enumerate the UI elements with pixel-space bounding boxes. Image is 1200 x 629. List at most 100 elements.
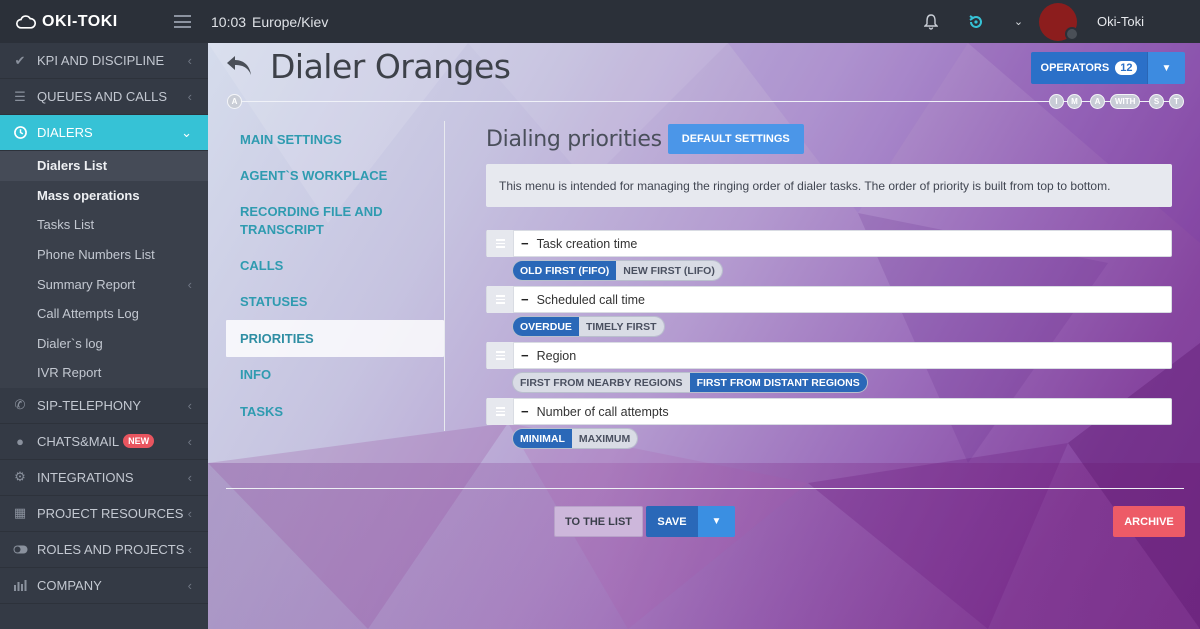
phone-icon: ✆ <box>14 397 26 413</box>
priority-item: − Scheduled call time OVERDUE TIMELY FIR… <box>486 286 1172 337</box>
sidebar-item-roles-projects[interactable]: ROLES AND PROJECTS ‹ <box>0 532 208 568</box>
submenu-mass-operations[interactable]: Mass operations <box>0 181 208 211</box>
timeline-marker[interactable]: I <box>1049 94 1064 109</box>
submenu-dialers-list[interactable]: Dialers List <box>0 151 208 181</box>
submenu-label: Phone Numbers List <box>37 247 155 263</box>
priority-item: − Task creation time OLD FIRST (FIFO) NE… <box>486 230 1172 281</box>
sidebar-item-label: ROLES AND PROJECTS <box>37 541 185 557</box>
timeline-marker[interactable]: S <box>1149 94 1164 109</box>
operators-main-button[interactable]: OPERATORS 12 <box>1031 52 1147 84</box>
priority-label: Task creation time <box>536 236 638 251</box>
sidebar-item-label: PROJECT RESOURCES <box>37 505 184 521</box>
tab-calls[interactable]: CALLS <box>226 247 444 284</box>
submenu-dialers-log[interactable]: Dialer`s log <box>0 329 208 359</box>
sidebar-item-project-resources[interactable]: ▦ PROJECT RESOURCES ‹ <box>0 496 208 532</box>
cloud-logo-icon <box>16 14 36 29</box>
option-timely-first[interactable]: TIMELY FIRST <box>578 317 664 336</box>
submenu-call-attempts-log[interactable]: Call Attempts Log <box>0 299 208 329</box>
chevron-left-icon: ‹ <box>187 53 192 68</box>
save-button-group[interactable]: SAVE ▼ <box>646 506 735 537</box>
chevron-down-icon: ▼ <box>711 516 722 527</box>
drag-handle-icon[interactable] <box>487 398 514 425</box>
chevron-down-icon[interactable]: ⌄ <box>1014 15 1023 28</box>
option-new-first[interactable]: NEW FIRST (LIFO) <box>616 261 722 280</box>
submenu-ivr-report[interactable]: IVR Report <box>0 358 208 388</box>
archive-button[interactable]: ARCHIVE <box>1113 506 1185 537</box>
current-time: 10:03 <box>211 13 247 30</box>
sidebar-item-kpi[interactable]: ✔ KPI AND DISCIPLINE ‹ <box>0 43 208 79</box>
submenu-phone-numbers[interactable]: Phone Numbers List <box>0 240 208 270</box>
status-ring-icon[interactable] <box>968 14 984 30</box>
sidebar-item-label: CHATS&MAIL <box>37 433 120 449</box>
option-maximum[interactable]: MAXIMUM <box>571 429 638 448</box>
option-nearby-regions[interactable]: FIRST FROM NEARBY REGIONS <box>513 373 690 392</box>
page-title: Dialer Oranges <box>270 47 511 86</box>
timeline-marker[interactable]: T <box>1169 94 1184 109</box>
priority-row[interactable]: − Region <box>486 342 1172 369</box>
sidebar-item-sip-telephony[interactable]: ✆ SIP-TELEPHONY ‹ <box>0 388 208 424</box>
collapse-icon[interactable]: − <box>521 236 529 251</box>
timeline-start-marker[interactable]: A <box>227 94 242 109</box>
submenu-summary-report[interactable]: Summary Report ‹ <box>0 269 208 299</box>
submenu-label: Call Attempts Log <box>37 306 139 322</box>
option-distant-regions[interactable]: FIRST FROM DISTANT REGIONS <box>689 373 867 392</box>
new-badge: NEW <box>123 434 155 449</box>
priority-toggle: FIRST FROM NEARBY REGIONS FIRST FROM DIS… <box>512 372 868 393</box>
priority-row[interactable]: − Task creation time <box>486 230 1172 257</box>
collapse-icon[interactable]: − <box>521 292 529 307</box>
tab-statuses[interactable]: STATUSES <box>226 284 444 321</box>
chevron-left-icon: ‹ <box>187 433 192 449</box>
collapse-icon[interactable]: − <box>521 348 529 363</box>
save-dropdown-toggle[interactable]: ▼ <box>698 506 735 537</box>
tab-tasks[interactable]: TASKS <box>226 393 444 430</box>
priority-item: − Region FIRST FROM NEARBY REGIONS FIRST… <box>486 342 1172 393</box>
tab-priorities[interactable]: PRIORITIES <box>226 320 444 357</box>
avatar[interactable] <box>1039 2 1080 41</box>
grid-icon: ▦ <box>13 505 27 521</box>
timeline-marker[interactable]: A <box>1090 94 1105 109</box>
sidebar-item-label: COMPANY <box>37 577 102 593</box>
to-the-list-button[interactable]: TO THE LIST <box>554 506 643 537</box>
bell-icon[interactable] <box>923 13 938 30</box>
tab-main-settings[interactable]: MAIN SETTINGS <box>226 121 444 158</box>
sidebar-item-integrations[interactable]: ⚙ INTEGRATIONS ‹ <box>0 460 208 496</box>
settings-tab-nav: MAIN SETTINGS AGENT`S WORKPLACE RECORDIN… <box>226 121 445 431</box>
submenu-label: Summary Report <box>37 276 136 292</box>
chevron-left-icon: ‹ <box>187 541 192 557</box>
chevron-left-icon: ‹ <box>187 89 192 104</box>
drag-handle-icon[interactable] <box>487 230 514 257</box>
username[interactable]: Oki-Toki <box>1097 14 1144 29</box>
tab-recording-transcript[interactable]: RECORDING FILE AND TRANSCRIPT <box>226 194 444 247</box>
sidebar-item-label: INTEGRATIONS <box>37 469 134 485</box>
option-minimal[interactable]: MINIMAL <box>513 429 572 448</box>
submenu-label: IVR Report <box>37 365 102 381</box>
operators-dropdown-toggle[interactable]: ▼ <box>1147 52 1185 84</box>
clock-icon <box>12 126 28 140</box>
tab-info[interactable]: INFO <box>226 357 444 394</box>
timeline-marker[interactable]: M <box>1067 94 1082 109</box>
operators-count-badge: 12 <box>1115 61 1138 75</box>
operators-label: OPERATORS <box>1040 62 1110 74</box>
save-button[interactable]: SAVE <box>646 506 698 537</box>
option-overdue[interactable]: OVERDUE <box>513 317 579 336</box>
tab-agents-workplace[interactable]: AGENT`S WORKPLACE <box>226 158 444 195</box>
drag-handle-icon[interactable] <box>487 342 514 369</box>
priority-row[interactable]: − Scheduled call time <box>486 286 1172 313</box>
drag-handle-icon[interactable] <box>487 286 514 313</box>
back-arrow-icon[interactable] <box>224 53 254 79</box>
option-old-first[interactable]: OLD FIRST (FIFO) <box>513 261 617 280</box>
sidebar-item-company[interactable]: COMPANY ‹ <box>0 568 208 604</box>
default-settings-button[interactable]: DEFAULT SETTINGS <box>667 124 804 154</box>
operators-button[interactable]: OPERATORS 12 ▼ <box>1031 52 1185 84</box>
submenu-tasks-list[interactable]: Tasks List <box>0 210 208 240</box>
timeline-line <box>233 101 1183 102</box>
submenu-label: Tasks List <box>37 217 95 233</box>
collapse-icon[interactable]: − <box>521 404 529 419</box>
timeline-marker[interactable]: WITH <box>1110 94 1141 109</box>
submenu-label: Mass operations <box>37 187 140 203</box>
sidebar-item-queues[interactable]: ☰ QUEUES AND CALLS ‹ <box>0 79 208 115</box>
sidebar-item-chats-mail[interactable]: ● CHATS&MAIL NEW ‹ <box>0 424 208 460</box>
sidebar-item-dialers[interactable]: DIALERS ⌄ <box>0 115 208 151</box>
menu-toggle-icon[interactable] <box>174 15 191 28</box>
priority-row[interactable]: − Number of call attempts <box>486 398 1172 425</box>
